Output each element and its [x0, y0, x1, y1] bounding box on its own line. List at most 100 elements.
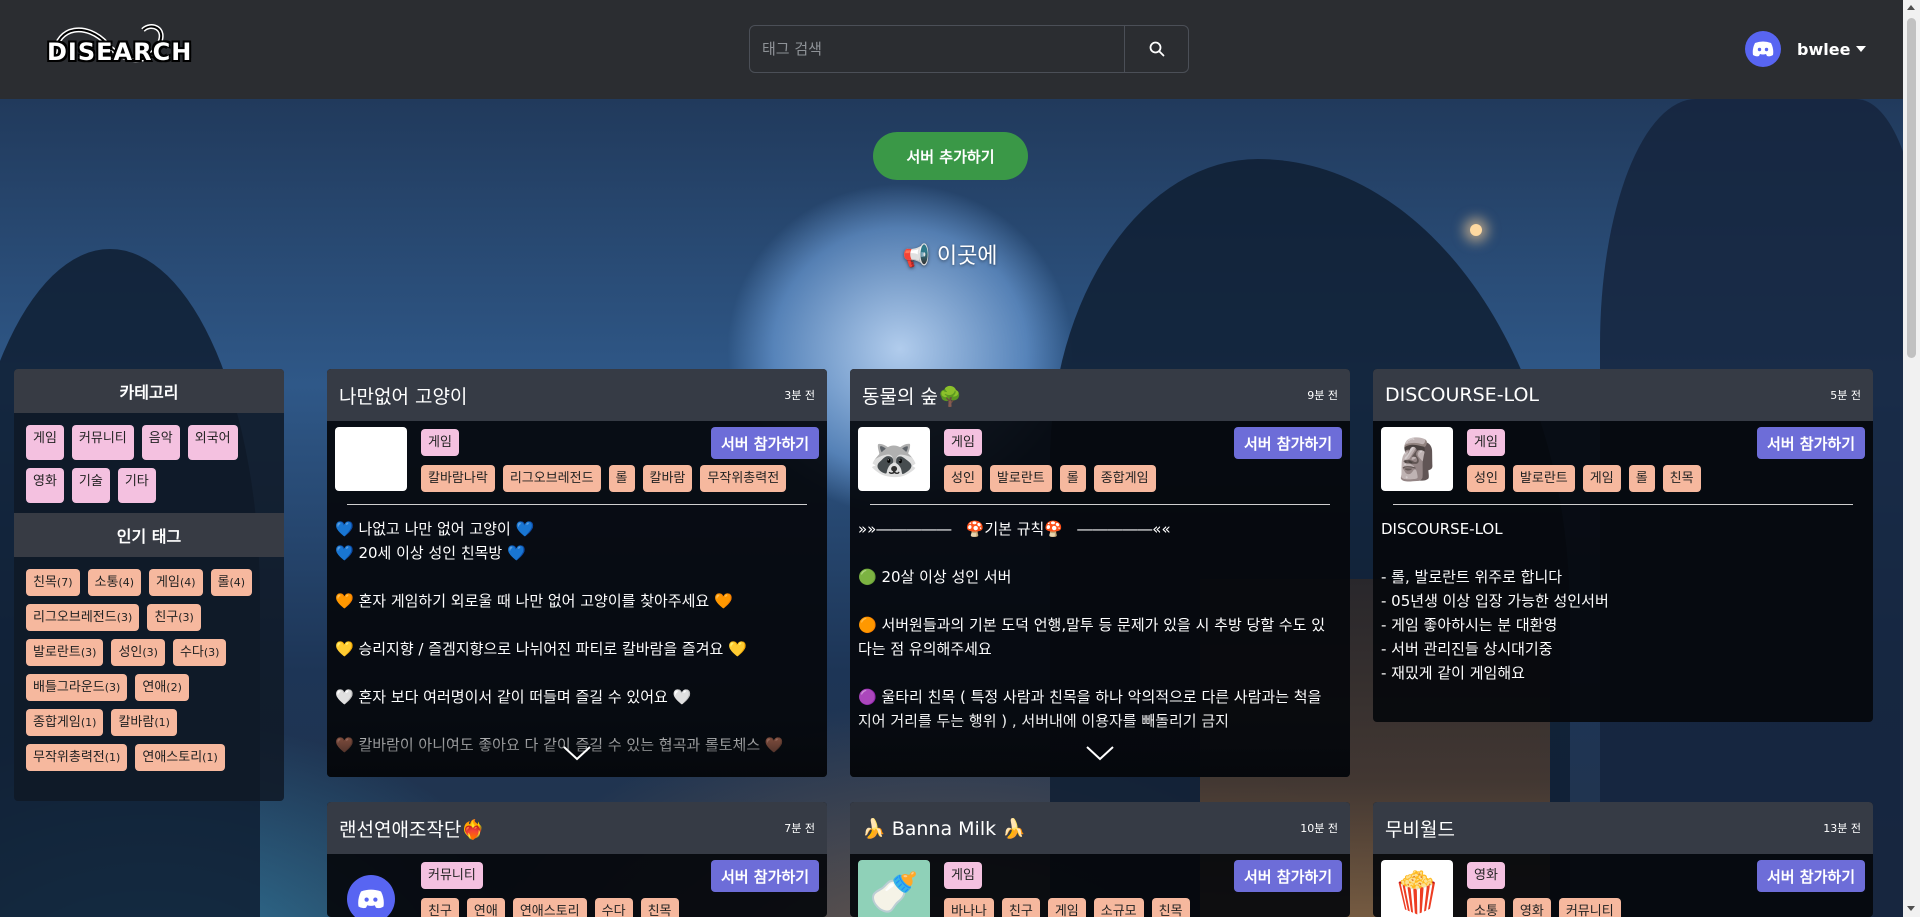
popular-tag-chip[interactable]: 친목(7) — [26, 569, 80, 596]
card-tag-chip[interactable]: 성인 — [944, 465, 982, 492]
page-scrollbar[interactable] — [1903, 0, 1920, 917]
join-server-button[interactable]: 서버 참가하기 — [1756, 427, 1865, 459]
category-chip[interactable]: 게임 — [26, 425, 64, 460]
join-server-button[interactable]: 서버 참가하기 — [1756, 860, 1865, 892]
category-chip[interactable]: 기타 — [117, 468, 156, 503]
sidebar: 카테고리 게임 커뮤니티 음악 외국어 영화 기술 기타 인기 태그 친목(7) 소통(4) 게… — [14, 369, 284, 801]
card-header: 랜선연애조작단❤️‍🔥 7분 전 — [327, 802, 827, 854]
card-tag-chip[interactable]: 롤 — [608, 465, 635, 492]
popular-tag-chip[interactable]: 수다(3) — [172, 639, 227, 666]
card-tag-chip[interactable]: 연애 — [466, 898, 505, 917]
card-tag-chip[interactable]: 리그오브레전드 — [502, 465, 601, 492]
posted-time: 13분 전 — [1823, 822, 1861, 835]
join-server-button[interactable]: 서버 참가하기 — [710, 860, 819, 892]
card-tag-chip[interactable]: 친구 — [1001, 898, 1040, 917]
card-tag-chip[interactable]: 롤 — [1059, 465, 1086, 492]
popular-tag-chip[interactable]: 소통(4) — [87, 569, 142, 596]
category-chip[interactable]: 영화 — [26, 468, 64, 503]
popular-tag-chip[interactable]: 게임(4) — [149, 569, 203, 596]
top-navbar: DISEARCH bwlee — [0, 0, 1903, 99]
card-category-chip[interactable]: 게임 — [1467, 428, 1505, 456]
tag-count: (1) — [202, 751, 218, 764]
card-tag-chip[interactable]: 소규모 — [1093, 898, 1144, 917]
card-tag-chip[interactable]: 친목 — [1151, 898, 1190, 917]
expand-chevron-icon[interactable] — [562, 745, 592, 761]
scroll-thumb[interactable] — [1907, 18, 1916, 358]
popular-tag-chip[interactable]: 연애스토리(1) — [135, 744, 225, 771]
tag-name: 롤 — [217, 575, 230, 590]
expand-chevron-icon[interactable] — [1085, 745, 1115, 761]
card-tag-chip[interactable]: 영화 — [1512, 898, 1551, 917]
card-tag-chip[interactable]: 무작위총력전 — [700, 465, 787, 492]
server-name[interactable]: 동물의 숲🌳 — [862, 382, 962, 409]
posted-time: 9분 전 — [1307, 389, 1338, 402]
popular-tag-chip[interactable]: 성인(3) — [111, 639, 165, 666]
server-name[interactable]: 무비월드 — [1385, 815, 1455, 842]
popular-tag-chip[interactable]: 종합게임(1) — [26, 709, 104, 736]
tag-name: 발로란트 — [33, 645, 81, 660]
card-header: 동물의 숲🌳 9분 전 — [850, 369, 1350, 421]
card-tag-chip[interactable]: 친목 — [640, 898, 679, 917]
card-tag-chip[interactable]: 커뮤니티 — [1558, 898, 1621, 917]
category-chip[interactable]: 커뮤니티 — [71, 425, 134, 460]
card-tag-chip[interactable]: 수다 — [594, 898, 633, 917]
discord-icon — [358, 889, 384, 909]
card-tag-chip[interactable]: 친구 — [421, 898, 459, 917]
scroll-up-arrow-icon[interactable] — [1907, 5, 1915, 10]
card-tag-chip[interactable]: 바나나 — [944, 898, 994, 917]
card-tag-chip[interactable]: 발로란트 — [989, 465, 1052, 492]
popular-tag-chip[interactable]: 롤(4) — [210, 569, 253, 596]
category-chip[interactable]: 기술 — [71, 468, 110, 503]
popular-tag-chip[interactable]: 배틀그라운드(3) — [26, 674, 128, 701]
card-category-chip[interactable]: 영화 — [1467, 861, 1505, 889]
tag-count: (1) — [104, 751, 121, 764]
card-category-chip[interactable]: 게임 — [421, 428, 459, 456]
card-tag-chip[interactable]: 롤 — [1628, 465, 1655, 492]
join-server-button[interactable]: 서버 참가하기 — [1233, 860, 1342, 892]
tag-row: 친구 연애 연애스토리 수다 친목 — [421, 898, 819, 917]
popular-tag-chip[interactable]: 친구(3) — [147, 604, 201, 631]
card-category-chip[interactable]: 게임 — [944, 428, 982, 456]
card-tag-chip[interactable]: 종합게임 — [1093, 465, 1156, 492]
card-tag-chip[interactable]: 친목 — [1662, 465, 1701, 492]
tag-count: (3) — [142, 646, 158, 659]
popular-tag-chip[interactable]: 무작위총력전(1) — [26, 744, 128, 771]
server-icon: 🦝 — [858, 427, 930, 491]
category-chip[interactable]: 외국어 — [187, 425, 238, 460]
card-tag-chip[interactable]: 소통 — [1467, 898, 1505, 917]
tag-name: 게임 — [156, 575, 180, 590]
popular-tag-chip[interactable]: 연애(2) — [135, 674, 189, 701]
posted-time: 10분 전 — [1300, 822, 1338, 835]
join-server-button[interactable]: 서버 참가하기 — [710, 427, 819, 459]
popular-tag-chip[interactable]: 칼바람(1) — [111, 709, 177, 736]
user-menu[interactable]: bwlee — [1745, 31, 1867, 67]
server-name[interactable]: 🍌 Banna Milk 🍌 — [862, 817, 1026, 840]
add-server-button[interactable]: 서버 추가하기 — [873, 132, 1028, 180]
card-tag-chip[interactable]: 게임 — [1047, 898, 1086, 917]
posted-time: 7분 전 — [784, 822, 815, 835]
server-name[interactable]: 랜선연애조작단❤️‍🔥 — [339, 815, 485, 842]
card-tag-chip[interactable]: 칼바람나락 — [421, 465, 495, 492]
tag-name: 친목 — [33, 575, 57, 590]
card-category-chip[interactable]: 커뮤니티 — [421, 861, 483, 889]
tag-search-input[interactable] — [750, 26, 1124, 72]
category-chip[interactable]: 음악 — [141, 425, 180, 460]
card-tag-chip[interactable]: 칼바람 — [642, 465, 693, 492]
card-tag-chip[interactable]: 성인 — [1467, 465, 1505, 492]
popular-tag-chip[interactable]: 리그오브레전드(3) — [26, 604, 140, 631]
card-category-chip[interactable]: 게임 — [944, 861, 982, 889]
site-logo[interactable]: DISEARCH — [47, 16, 191, 76]
card-tag-chip[interactable]: 연애스토리 — [512, 898, 587, 917]
card-tag-chip[interactable]: 게임 — [1582, 465, 1621, 492]
popular-tag-chip[interactable]: 발로란트(3) — [26, 639, 104, 666]
search-button[interactable] — [1124, 26, 1188, 72]
card-tag-chip[interactable]: 발로란트 — [1512, 465, 1575, 492]
tag-count: (4) — [118, 576, 135, 589]
join-server-button[interactable]: 서버 참가하기 — [1233, 427, 1342, 459]
card-divider — [1393, 504, 1853, 505]
server-name[interactable]: DISCOURSE-LOL — [1385, 384, 1539, 406]
scroll-down-arrow-icon[interactable] — [1907, 906, 1915, 911]
tag-count: (3) — [116, 611, 133, 624]
server-name[interactable]: 나만없어 고양이 — [339, 382, 467, 409]
tag-name: 수다 — [179, 645, 204, 660]
